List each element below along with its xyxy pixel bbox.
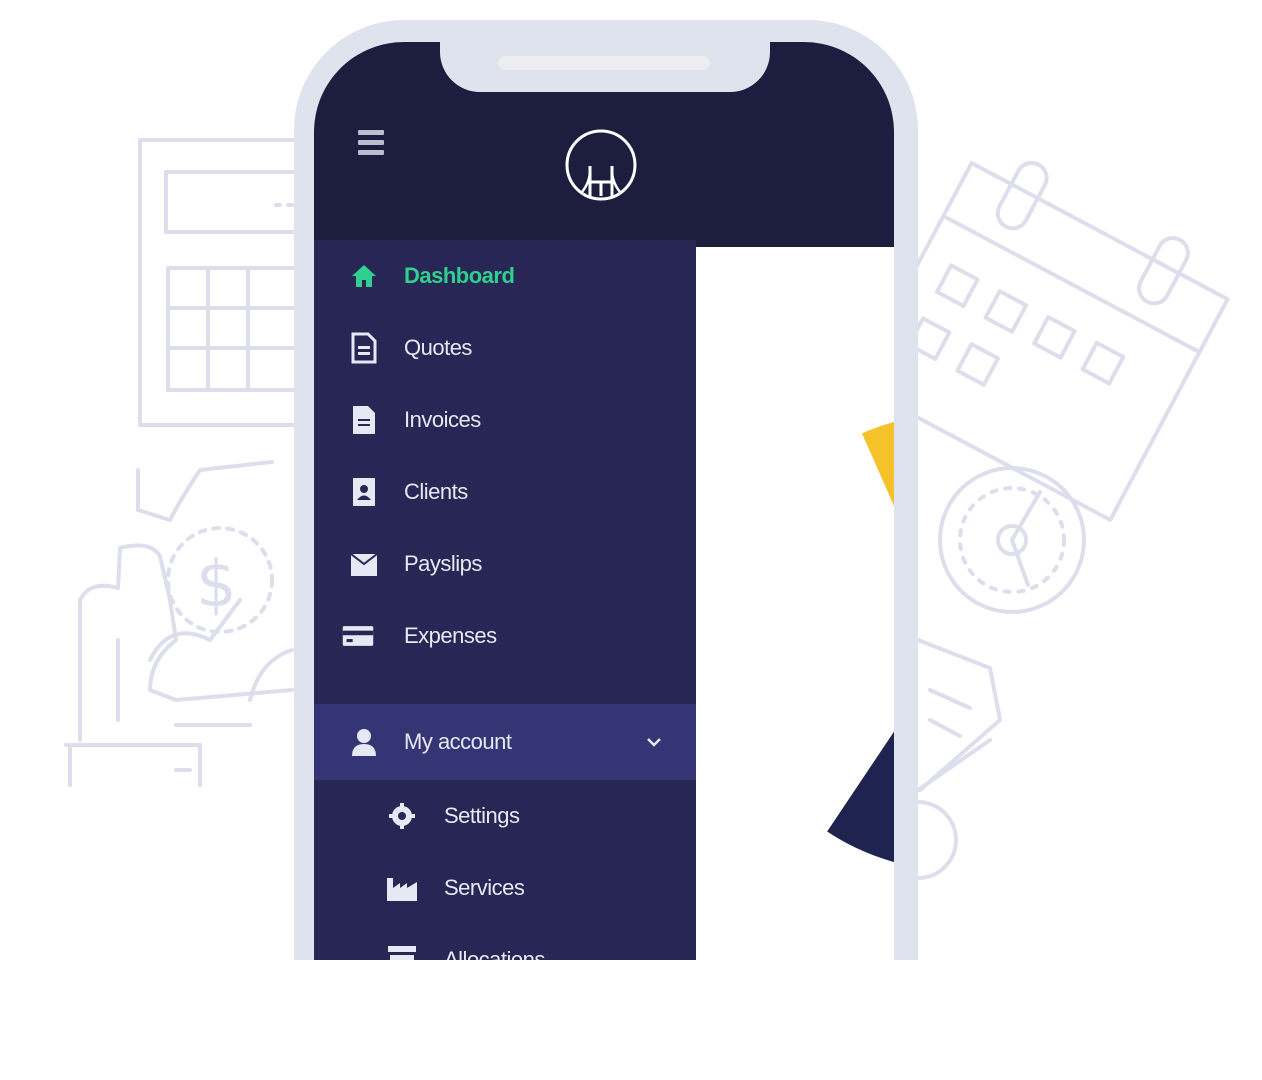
sidebar-item-payslips[interactable]: Payslips [314,528,696,600]
expense-pie-chart [827,422,894,862]
sidebar-menu: Dashboard Quotes Invoices Clients Paysli [314,240,696,960]
sidebar-item-my-account[interactable]: My account [314,704,696,780]
sidebar-item-label: My account [404,729,512,754]
sidebar-item-quotes[interactable]: Quotes [314,312,696,384]
sidebar-subitem-allocations[interactable]: Allocations [314,924,696,960]
sidebar-subitem-services[interactable]: Services [314,852,696,924]
credit-card-icon [342,620,374,652]
hand-coin-illustration: $ [64,460,294,787]
sidebar-item-label: Services [444,875,525,900]
calculator-illustration [138,138,312,427]
phone-speaker [498,56,710,70]
sidebar-item-expenses[interactable]: Expenses [314,600,696,672]
sidebar-item-label: Settings [444,803,520,828]
allocation-icon [386,944,418,960]
pie-slice [861,422,894,506]
gauge-illustration [938,466,1086,614]
sidebar-item-label: Expenses [404,623,497,648]
sidebar-item-invoices[interactable]: Invoices [314,384,696,456]
pie-slice [827,731,894,862]
quote-document-icon [348,332,380,364]
sidebar-item-clients[interactable]: Clients [314,456,696,528]
client-contact-icon [348,476,380,508]
home-icon [348,260,380,292]
sidebar-item-label: Dashboard [404,263,515,288]
gear-icon [386,800,418,832]
user-icon [348,726,380,758]
sidebar-item-label: Invoices [404,407,481,432]
factory-icon [386,872,418,904]
sidebar-item-label: Payslips [404,551,482,576]
sidebar-subitem-settings[interactable]: Settings [314,780,696,852]
invoice-document-icon [348,404,380,436]
sidebar-item-dashboard[interactable]: Dashboard [314,240,696,312]
logo-icon [565,129,637,201]
sidebar-item-label: Clients [404,479,468,504]
hamburger-menu-icon[interactable] [358,130,392,166]
phone-screen: Dashboard Quotes Invoices Clients Paysli [314,42,894,960]
payslip-envelope-icon [348,548,380,580]
chevron-down-icon [647,738,661,747]
sidebar-item-label: Allocations [444,947,545,960]
sidebar-item-label: Quotes [404,335,472,360]
